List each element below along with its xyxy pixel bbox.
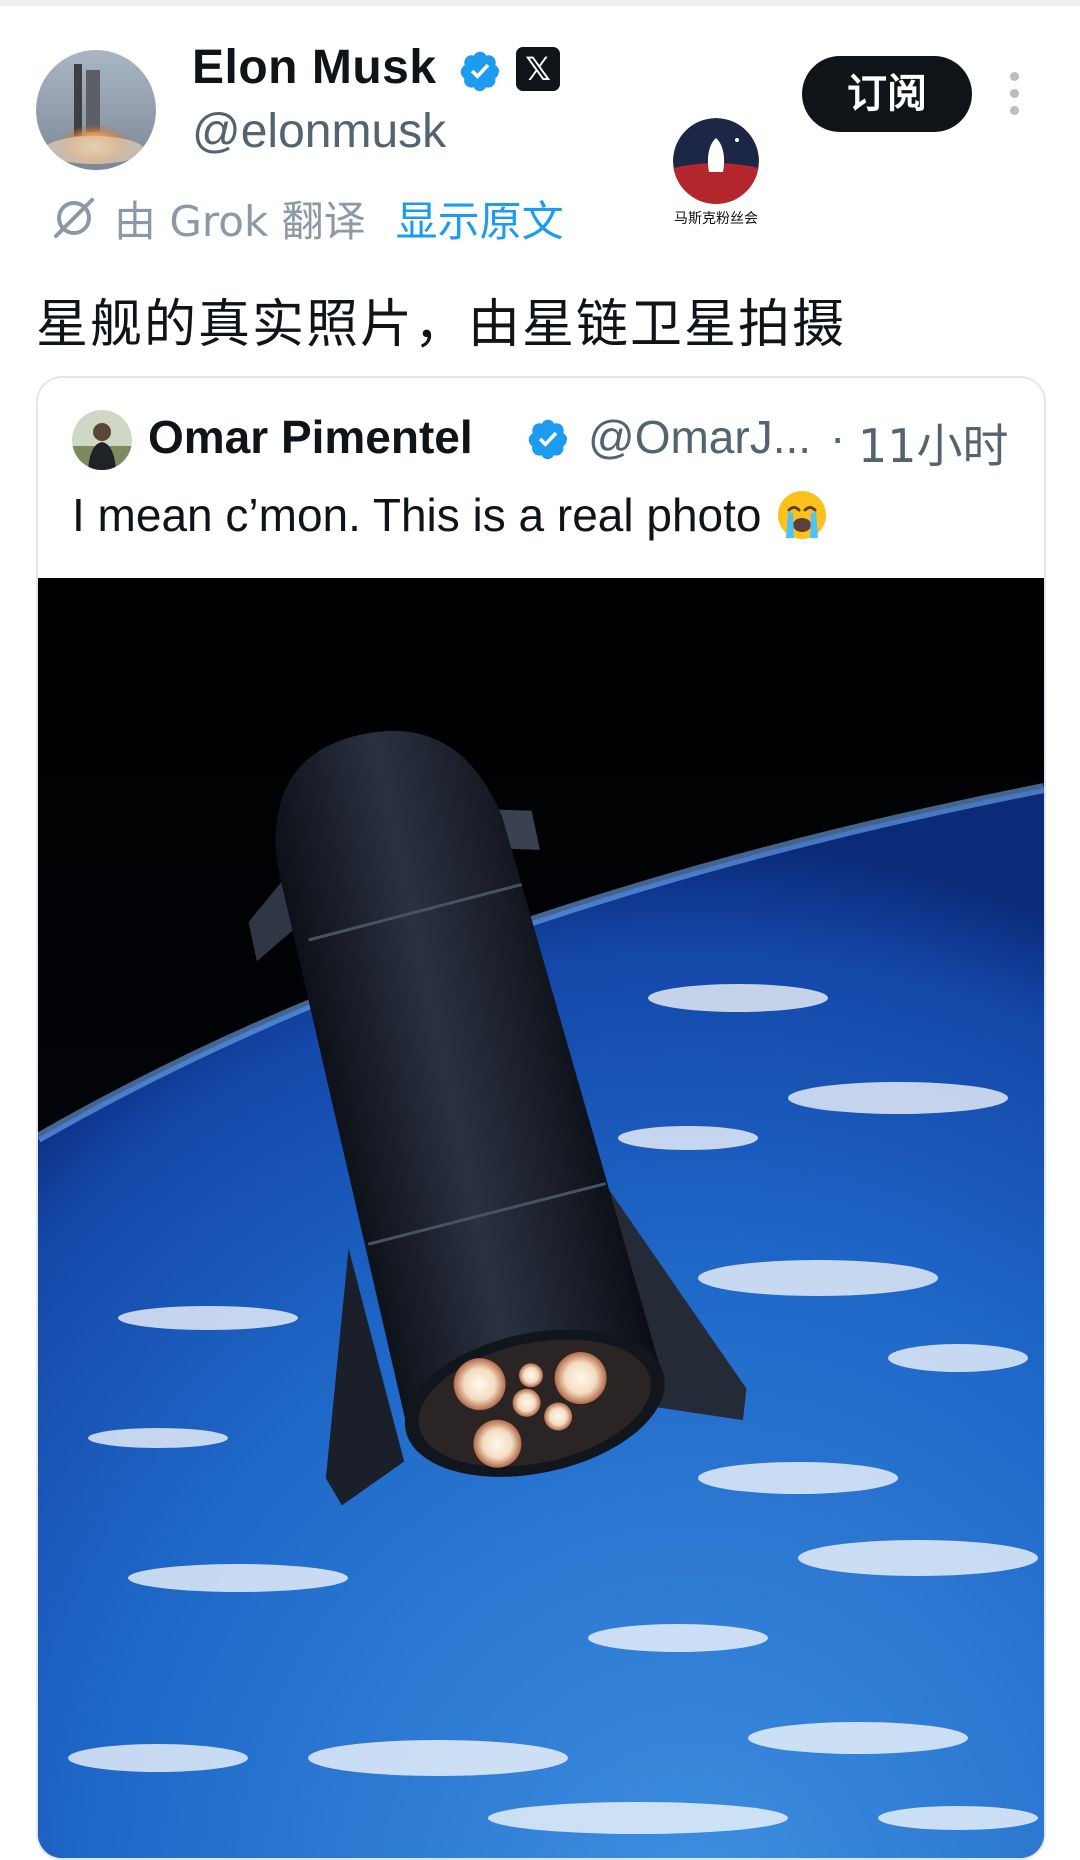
- quoted-tweet-card[interactable]: Omar Pimentel @OmarJ... · 11小时 I mean c’…: [36, 376, 1046, 1860]
- translation-row: 由 Grok 翻译 显示原文: [50, 190, 564, 246]
- rocket-logo-icon: [673, 118, 759, 204]
- top-divider: [0, 0, 1080, 6]
- verified-badge-icon: [528, 419, 568, 460]
- author-avatar[interactable]: [36, 50, 156, 170]
- subscribe-button[interactable]: 订阅: [802, 56, 972, 132]
- x-badge-icon: 𝕏: [516, 47, 560, 91]
- quoted-author-name[interactable]: Omar Pimentel: [148, 410, 473, 464]
- verified-badge-icon: [460, 51, 500, 92]
- quoted-author-avatar[interactable]: [72, 410, 132, 470]
- watermark-text: 马斯克粉丝会: [674, 211, 758, 227]
- starship-photo[interactable]: [38, 578, 1044, 1858]
- author-name[interactable]: Elon Musk: [192, 40, 437, 95]
- quoted-timestamp[interactable]: 11小时: [858, 410, 1009, 476]
- more-options-icon[interactable]: [1008, 72, 1020, 116]
- grok-icon: [54, 198, 94, 238]
- translated-by-label: 由 Grok 翻译: [114, 196, 366, 246]
- quoted-text: I mean c’mon. This is a real photo: [72, 489, 762, 541]
- post-text: 星舰的真实照片，由星链卫星拍摄: [36, 295, 847, 355]
- author-handle[interactable]: @elonmusk: [192, 104, 446, 159]
- separator-dot: ·: [830, 411, 846, 463]
- show-original-link[interactable]: 显示原文: [396, 188, 564, 249]
- quoted-author-handle[interactable]: @OmarJ...: [588, 410, 811, 464]
- loudly-crying-face-icon: [778, 491, 827, 539]
- quoted-text-row: I mean c’mon. This is a real photo: [72, 488, 829, 542]
- watermark-logo: 马斯克粉丝会: [664, 118, 768, 232]
